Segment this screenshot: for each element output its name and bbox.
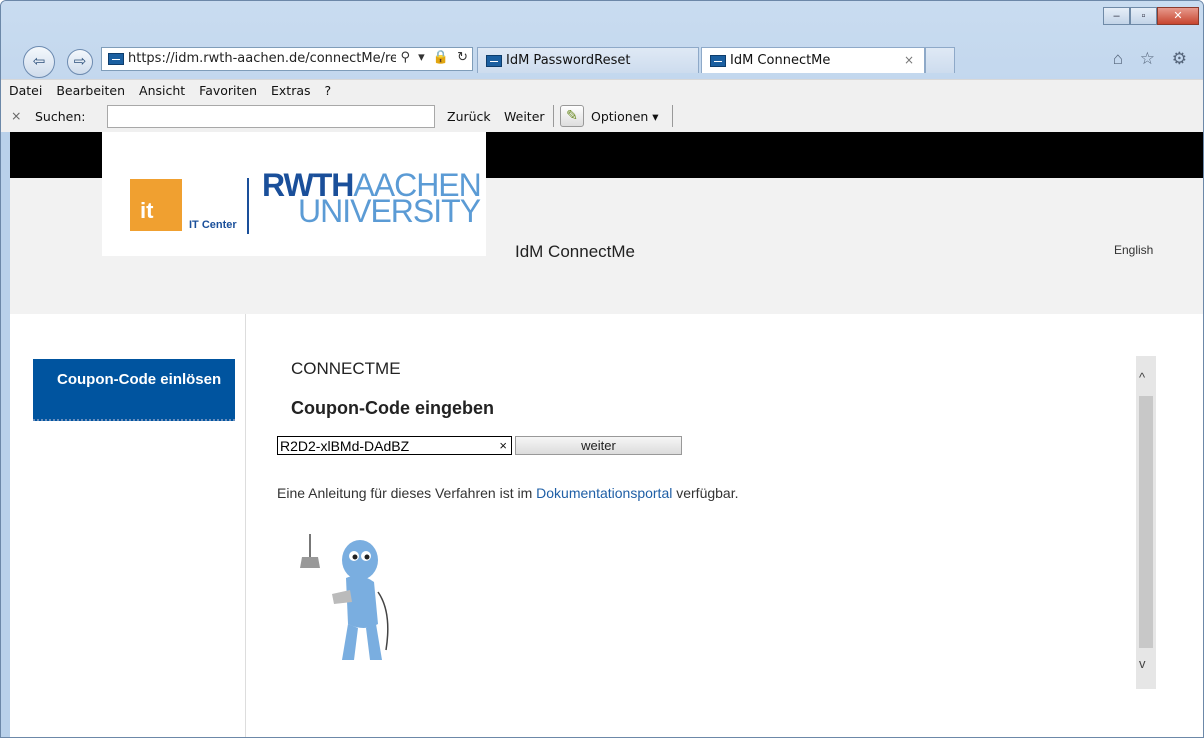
site-name: IdM ConnectMe bbox=[515, 242, 635, 261]
scroll-up-icon[interactable]: ^ bbox=[1139, 370, 1145, 385]
address-bar[interactable]: https://idm.rwth-aachen.de/connectMe/red… bbox=[101, 47, 473, 71]
main-content: CONNECTME Coupon-Code eingeben R2D2-xlBM… bbox=[246, 314, 1203, 737]
minimize-button[interactable]: – bbox=[1103, 7, 1130, 25]
coupon-code-input[interactable]: R2D2-xlBMd-DAdBZ × bbox=[277, 436, 512, 455]
find-back-button[interactable]: Zurück bbox=[447, 109, 491, 124]
menu-favoriten[interactable]: Favoriten bbox=[199, 83, 257, 98]
browser-chrome: – ▫ ✕ ⇦ ⇨ https://idm.rwth-aachen.de/con… bbox=[1, 1, 1203, 132]
tab-connectme[interactable]: IdM ConnectMe × bbox=[701, 47, 925, 73]
navigation-row: ⇦ ⇨ https://idm.rwth-aachen.de/connectMe… bbox=[1, 45, 1203, 79]
back-arrow-icon[interactable]: ⇦ bbox=[23, 46, 55, 78]
separator bbox=[672, 105, 673, 127]
tab-favicon-icon bbox=[710, 55, 726, 67]
find-label: Suchen: bbox=[35, 109, 86, 124]
it-center-logo-icon: it bbox=[130, 179, 182, 231]
address-bar-icons[interactable]: ⚲ ▾ 🔒 ↻ bbox=[396, 50, 470, 65]
web-page: IdM ConnectMe English it IT Center RWTHA… bbox=[10, 132, 1203, 737]
toolbar-icons[interactable]: ⌂ ☆ ⚙ bbox=[1113, 49, 1193, 69]
find-options-button[interactable]: Optionen ▾ bbox=[591, 109, 659, 124]
maximize-button[interactable]: ▫ bbox=[1130, 7, 1157, 25]
documentation-link[interactable]: Dokumentationsportal bbox=[536, 485, 672, 501]
highlight-pencil-icon[interactable]: ✎ bbox=[560, 105, 584, 127]
close-find-icon[interactable]: × bbox=[11, 108, 21, 123]
info-text-pre: Eine Anleitung für dieses Verfahren ist … bbox=[277, 485, 537, 501]
tab-favicon-icon bbox=[486, 55, 502, 67]
menu-help[interactable]: ? bbox=[325, 83, 332, 98]
logo-box[interactable]: it IT Center RWTHAACHEN UNIVERSITY bbox=[102, 132, 486, 256]
forward-arrow-icon[interactable]: ⇨ bbox=[67, 49, 93, 75]
sidebar: Coupon-Code einlösen bbox=[10, 314, 246, 737]
address-url: https://idm.rwth-aachen.de/connectMe/red bbox=[128, 51, 407, 66]
new-tab-button[interactable] bbox=[925, 47, 955, 73]
clear-input-icon[interactable]: × bbox=[499, 438, 507, 453]
close-tab-icon[interactable]: × bbox=[904, 53, 914, 67]
find-forward-button[interactable]: Weiter bbox=[504, 109, 545, 124]
scroll-thumb[interactable] bbox=[1139, 396, 1153, 648]
window-controls: – ▫ ✕ bbox=[1103, 7, 1199, 25]
site-favicon-icon bbox=[108, 53, 124, 65]
page-title: CONNECTME bbox=[291, 359, 401, 378]
close-window-button[interactable]: ✕ bbox=[1157, 7, 1199, 25]
sidebar-item-coupon[interactable]: Coupon-Code einlösen bbox=[33, 359, 235, 421]
menu-datei[interactable]: Datei bbox=[9, 83, 42, 98]
submit-button[interactable]: weiter bbox=[515, 436, 682, 455]
tab-label: IdM ConnectMe bbox=[730, 53, 831, 68]
rwth-logo: RWTHAACHEN UNIVERSITY bbox=[262, 169, 482, 227]
menu-bar: Datei Bearbeiten Ansicht Favoriten Extra… bbox=[1, 79, 1203, 101]
browser-window: – ▫ ✕ ⇦ ⇨ https://idm.rwth-aachen.de/con… bbox=[0, 0, 1204, 738]
tab-label: IdM PasswordReset bbox=[506, 53, 631, 68]
language-link[interactable]: English bbox=[1114, 243, 1153, 257]
page-subtitle: Coupon-Code eingeben bbox=[291, 398, 494, 418]
it-center-label: IT Center bbox=[189, 219, 237, 231]
menu-extras[interactable]: Extras bbox=[271, 83, 311, 98]
coupon-code-value: R2D2-xlBMd-DAdBZ bbox=[280, 438, 410, 454]
scroll-down-icon[interactable]: v bbox=[1139, 656, 1146, 671]
separator bbox=[553, 105, 554, 127]
find-bar: × Suchen: Zurück Weiter ✎ Optionen ▾ bbox=[1, 101, 1203, 132]
menu-ansicht[interactable]: Ansicht bbox=[139, 83, 185, 98]
tab-passwordreset[interactable]: IdM PasswordReset bbox=[477, 47, 699, 73]
logo-divider bbox=[247, 178, 249, 234]
info-text-post: verfügbar. bbox=[672, 485, 739, 501]
info-text: Eine Anleitung für dieses Verfahren ist … bbox=[277, 485, 739, 501]
mascot-plug-icon bbox=[300, 534, 389, 660]
menu-bearbeiten[interactable]: Bearbeiten bbox=[56, 83, 125, 98]
scrollbar[interactable]: ^ v bbox=[1136, 356, 1156, 689]
find-input[interactable] bbox=[107, 105, 435, 128]
